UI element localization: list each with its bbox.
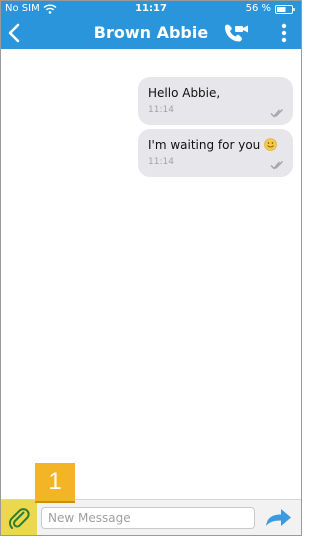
- attach-button[interactable]: [1, 500, 37, 535]
- more-options-button[interactable]: [275, 21, 293, 45]
- header: No SIM 11:17 56 % Brown Abbie: [1, 1, 301, 49]
- battery-icon: [275, 5, 295, 14]
- message-list[interactable]: Hello Abbie, 11:14 I'm waiting for you 1…: [1, 49, 301, 499]
- message-bubble[interactable]: Hello Abbie, 11:14: [138, 77, 293, 125]
- send-button[interactable]: [263, 504, 293, 532]
- send-arrow-icon: [266, 509, 291, 526]
- more-vertical-icon: [281, 23, 287, 43]
- battery-percentage: 56 %: [245, 3, 271, 14]
- message-text-line: I'm waiting for you: [148, 137, 283, 153]
- video-call-icon: [225, 24, 248, 42]
- video-call-button[interactable]: [222, 21, 250, 45]
- message-text: I'm waiting for you: [148, 138, 261, 152]
- status-bar: No SIM 11:17 56 %: [1, 1, 301, 17]
- message-composer: [1, 499, 301, 535]
- conversation-title: Brown Abbie: [93, 23, 209, 42]
- app-frame: No SIM 11:17 56 % Brown Abbie Hello Abbi…: [0, 0, 302, 536]
- paperclip-icon: [8, 508, 30, 529]
- nav-bar: Brown Abbie: [1, 17, 301, 49]
- message-time: 11:14: [148, 105, 174, 115]
- step-callout-badge: 1: [35, 463, 75, 503]
- message-time: 11:14: [148, 157, 174, 167]
- message-input[interactable]: [41, 507, 255, 529]
- double-check-icon: [270, 109, 283, 118]
- smiling-face-emoji-icon: [264, 138, 277, 151]
- double-check-icon: [270, 161, 283, 170]
- message-text: Hello Abbie,: [148, 86, 221, 100]
- message-bubble[interactable]: I'm waiting for you 11:14: [138, 129, 293, 177]
